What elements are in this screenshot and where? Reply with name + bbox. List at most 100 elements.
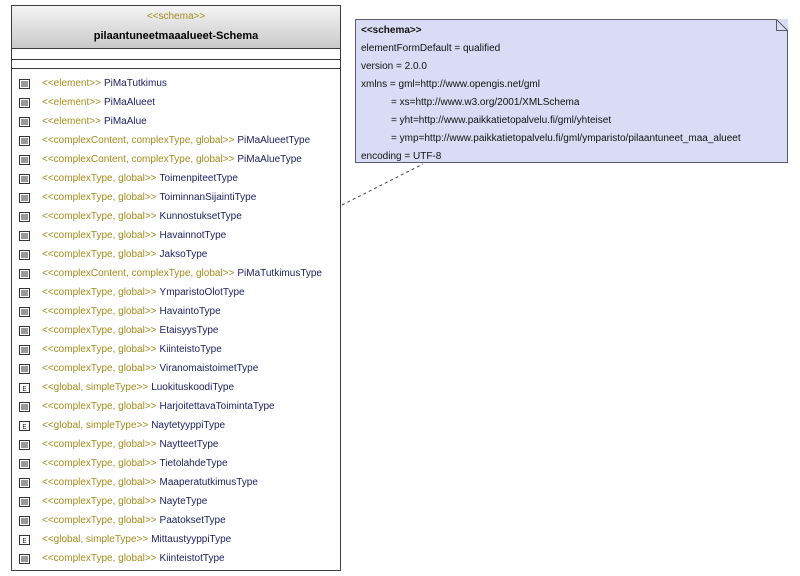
item-name: PiMaAlueet [103, 97, 156, 108]
item-name: PiMaTutkimus [103, 78, 167, 89]
schema-item-row[interactable]: <<complexType, global>> HavainnotType [12, 226, 340, 245]
schema-item-row[interactable]: <<complexType, global>> NayteType [12, 492, 340, 511]
note-line: version = 2.0.0 [361, 61, 427, 72]
list-icon [19, 306, 30, 317]
item-name: MittaustyyppiType [151, 534, 232, 545]
list-icon [19, 553, 30, 564]
schema-item-row[interactable]: <<complexType, global>> EtaisyysType [12, 321, 340, 340]
schema-item-row[interactable]: <<complexType, global>> TietolahdeType [12, 454, 340, 473]
class-stereotype: <<schema>> [146, 11, 206, 22]
list-icon [19, 344, 30, 355]
enum-icon: E [19, 420, 30, 431]
list-icon [19, 363, 30, 374]
schema-item-row[interactable]: <<element>> PiMaAlue [12, 112, 340, 131]
class-name: pilaantuneetmaaalueet-Schema [93, 30, 259, 42]
note-encoding: encoding = UTF-8 [361, 151, 442, 162]
list-icon [19, 116, 30, 127]
item-stereotype: <<complexContent, complexType, global>> [42, 135, 235, 146]
enum-icon: E [19, 382, 30, 393]
schema-item-row[interactable]: <<complexContent, complexType, global>> P… [12, 131, 340, 150]
schema-item-row[interactable]: <<complexType, global>> ToimenpiteetType [12, 169, 340, 188]
schema-item-row[interactable]: E <<global, simpleType>> LuokituskoodiType [12, 378, 340, 397]
schema-item-row[interactable]: <<complexType, global>> ToiminnanSijainti… [12, 188, 340, 207]
item-stereotype: <<complexType, global>> [42, 230, 157, 241]
schema-item-row[interactable]: E <<global, simpleType>> MittaustyyppiType [12, 530, 340, 549]
item-stereotype: <<complexType, global>> [42, 496, 157, 507]
list-icon [19, 477, 30, 488]
schema-item-row[interactable]: <<complexContent, complexType, global>> P… [12, 264, 340, 283]
item-stereotype: <<complexType, global>> [42, 325, 157, 336]
list-icon [19, 249, 30, 260]
schema-item-row[interactable]: <<complexType, global>> YmparistoOlotType [12, 283, 340, 302]
schema-item-row[interactable]: <<element>> PiMaTutkimus [12, 74, 340, 93]
svg-text:E: E [22, 537, 26, 545]
item-stereotype: <<complexType, global>> [42, 515, 157, 526]
schema-item-row[interactable]: E <<global, simpleType>> NaytetyyppiType [12, 416, 340, 435]
item-name: ToimenpiteetType [159, 173, 238, 184]
item-stereotype: <<complexType, global>> [42, 363, 157, 374]
item-stereotype: <<complexContent, complexType, global>> [42, 268, 235, 279]
item-name: PiMaAlue [103, 116, 147, 127]
list-icon [19, 496, 30, 507]
item-name: HavaintoType [159, 306, 221, 317]
svg-text:E: E [22, 423, 26, 431]
item-stereotype: <<complexType, global>> [42, 211, 157, 222]
item-name: LuokituskoodiType [151, 382, 235, 393]
item-name: MaaperatutkimusType [159, 477, 258, 488]
schema-item-row[interactable]: <<complexType, global>> JaksoType [12, 245, 340, 264]
schema-item-row[interactable]: <<element>> PiMaAlueet [12, 93, 340, 112]
schema-item-row[interactable]: <<complexContent, complexType, global>> P… [12, 150, 340, 169]
item-stereotype: <<complexType, global>> [42, 249, 157, 260]
class-header: <<schema>> pilaantuneetmaaalueet-Schema [12, 6, 340, 49]
item-stereotype: <<complexType, global>> [42, 344, 157, 355]
list-icon [19, 154, 30, 165]
item-stereotype: <<complexType, global>> [42, 192, 157, 203]
item-name: KiinteistotType [159, 553, 225, 564]
svg-text:E: E [22, 385, 26, 393]
list-icon [19, 135, 30, 146]
item-stereotype: <<complexType, global>> [42, 173, 157, 184]
schema-item-row[interactable]: <<complexType, global>> KunnostuksetType [12, 207, 340, 226]
schema-class-box[interactable]: <<schema>> pilaantuneetmaaalueet-Schema … [11, 5, 341, 571]
schema-item-row[interactable]: <<complexType, global>> KiinteistoType [12, 340, 340, 359]
list-icon [19, 78, 30, 89]
enum-icon: E [19, 534, 30, 545]
schema-item-row[interactable]: <<complexType, global>> MaaperatutkimusTy… [12, 473, 340, 492]
operations-compartment [12, 60, 340, 69]
list-icon [19, 268, 30, 279]
item-name: PiMaAlueetType [237, 135, 311, 146]
note-namespace-line: = ymp=http://www.paikkatietopalvelu.fi/g… [391, 133, 741, 144]
item-name: NaytteetType [159, 439, 219, 450]
note-line: elementFormDefault = qualified [361, 43, 501, 54]
item-name: HavainnotType [159, 230, 227, 241]
item-name: PiMaTutkimusType [237, 268, 322, 279]
item-stereotype: <<complexType, global>> [42, 553, 157, 564]
schema-item-row[interactable]: <<complexType, global>> HavaintoType [12, 302, 340, 321]
schema-item-row[interactable]: <<complexType, global>> KiinteistotType [12, 549, 340, 568]
item-stereotype: <<complexType, global>> [42, 287, 157, 298]
note-namespace-line: = yht=http://www.paikkatietopalvelu.fi/g… [391, 115, 612, 126]
note-line: xmlns = gml=http://www.opengis.net/gml [361, 79, 540, 90]
list-icon [19, 515, 30, 526]
item-stereotype: <<global, simpleType>> [42, 382, 149, 393]
item-name: YmparistoOlotType [159, 287, 245, 298]
schema-item-row[interactable]: <<complexType, global>> PaatoksetType [12, 511, 340, 530]
item-stereotype: <<global, simpleType>> [42, 534, 149, 545]
item-name: TietolahdeType [159, 458, 228, 469]
list-icon [19, 325, 30, 336]
item-name: PaatoksetType [159, 515, 226, 526]
item-stereotype: <<complexType, global>> [42, 439, 157, 450]
list-icon [19, 211, 30, 222]
item-stereotype: <<element>> [42, 97, 101, 108]
item-stereotype: <<complexType, global>> [42, 306, 157, 317]
list-icon [19, 173, 30, 184]
item-stereotype: <<complexContent, complexType, global>> [42, 154, 235, 165]
schema-item-row[interactable]: <<complexType, global>> HarjoitettavaToim… [12, 397, 340, 416]
item-name: ToiminnanSijaintiType [159, 192, 257, 203]
item-stereotype: <<complexType, global>> [42, 477, 157, 488]
schema-item-row[interactable]: <<complexType, global>> ViranomaistoimetT… [12, 359, 340, 378]
item-stereotype: <<complexType, global>> [42, 458, 157, 469]
schema-item-row[interactable]: <<complexType, global>> NaytteetType [12, 435, 340, 454]
schema-note[interactable]: <<schema>> elementFormDefault = qualifie… [355, 19, 788, 163]
note-title: <<schema>> [361, 25, 422, 36]
